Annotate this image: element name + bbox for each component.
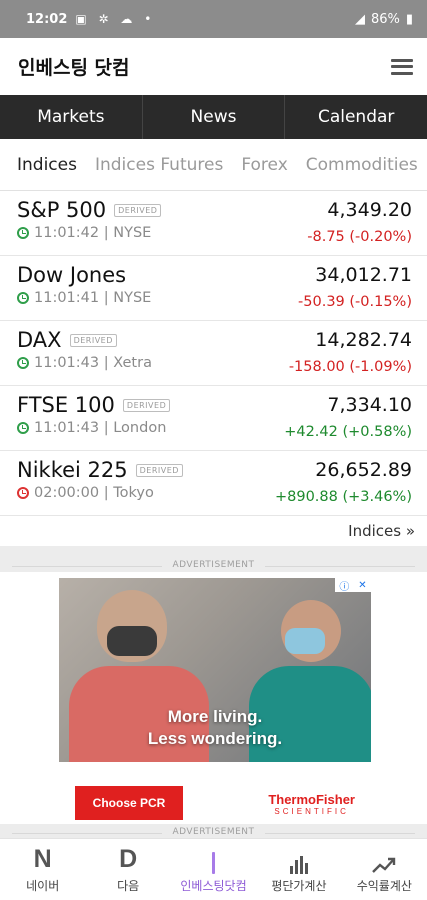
derived-badge: DERIVED: [122, 398, 171, 412]
index-time: 11:01:43: [34, 420, 100, 436]
index-exchange: Xetra: [113, 355, 152, 371]
index-exchange: Tokyo: [113, 485, 154, 501]
index-price: 7,334.10: [327, 394, 412, 416]
index-name: DAX: [17, 328, 62, 352]
battery-text: 86%: [370, 11, 400, 27]
ad-brand-logo: ThermoFisher SCIENTIFIC: [268, 792, 355, 816]
indices-list: S&P 500 DERIVED 11:01:42 | NYSE 4,349.20 …: [0, 191, 427, 546]
index-row-dow-jones[interactable]: Dow Jones 11:01:41 | NYSE 34,012.71 -50.…: [0, 256, 427, 321]
index-change: -50.39 (-0.15%): [298, 294, 412, 310]
index-row-dax[interactable]: DAX DERIVED 11:01:43 | Xetra 14,282.74 -1…: [0, 321, 427, 386]
index-time: 11:01:43: [34, 355, 100, 371]
index-name: Nikkei 225: [17, 458, 128, 482]
derived-badge: DERIVED: [135, 463, 183, 477]
tab-calendar[interactable]: Calendar: [285, 95, 427, 139]
ad-headline: More living. Less wondering.: [59, 706, 371, 750]
bottom-nav-label: 수익률계산: [356, 878, 412, 893]
index-change: -8.75 (-0.20%): [307, 229, 412, 245]
adchoices-icon[interactable]: ⓘ ✕: [335, 578, 371, 593]
clock-icon: [17, 292, 29, 304]
ad-cta-button[interactable]: Choose PCR: [75, 786, 183, 820]
index-exchange: London: [113, 420, 167, 436]
index-time: 02:00:00: [34, 485, 100, 501]
ad-headline-line-2: Less wondering.: [147, 729, 283, 748]
index-name: FTSE 100: [17, 393, 115, 417]
subtab-indices[interactable]: Indices: [17, 155, 77, 175]
more-indices-link[interactable]: Indices »: [0, 516, 427, 546]
bottom-nav-label: 네이버: [26, 878, 60, 893]
index-time: 11:01:41: [34, 290, 100, 306]
index-row-nikkei225[interactable]: Nikkei 225 DERIVED 02:00:00 | Tokyo 26,65…: [0, 451, 427, 516]
index-price: 34,012.71: [315, 264, 412, 286]
daum-icon: D: [119, 844, 138, 873]
bottom-nav-label: 다음: [117, 878, 140, 893]
signal-icon: ◢: [354, 11, 365, 27]
ad-label-top: ADVERTISEMENT: [0, 560, 427, 570]
bottom-nav-return-calc[interactable]: 수익률계산: [342, 839, 427, 900]
battery-icon: ▮: [405, 11, 413, 27]
index-price: 4,349.20: [327, 199, 412, 221]
hamburger-menu-icon[interactable]: [391, 58, 413, 75]
screen: 12:02 ▣ ✲ ☁ • ◢ 86% ▮ 인베스팅 닷컴 Markets Ne…: [0, 0, 427, 900]
index-price: 14,282.74: [315, 329, 412, 351]
tab-markets[interactable]: Markets: [0, 95, 143, 139]
status-time: 12:02: [26, 11, 68, 27]
market-subtabs: Indices Indices Futures Forex Commoditie…: [0, 139, 427, 191]
bottom-nav-label: 인베스팅닷컴: [180, 878, 247, 893]
index-change: +890.88 (+3.46%): [274, 489, 412, 505]
derived-badge: DERIVED: [69, 333, 117, 347]
ad-brand-name: ThermoFisher: [268, 792, 355, 807]
status-right: ◢ 86% ▮: [355, 12, 413, 27]
app-bar: 인베스팅 닷컴: [0, 38, 427, 95]
clock-icon: [17, 227, 29, 239]
subtab-commodities[interactable]: Commodities: [306, 155, 418, 175]
index-row-ftse100[interactable]: FTSE 100 DERIVED 11:01:43 | London 7,334.…: [0, 386, 427, 451]
index-change: +42.42 (+0.58%): [284, 424, 412, 440]
index-exchange: NYSE: [113, 225, 152, 241]
ad-brand-sub: SCIENTIFIC: [274, 807, 349, 816]
ad-label-bottom: ADVERTISEMENT: [0, 827, 427, 837]
app-title: 인베스팅 닷컴: [18, 57, 130, 79]
index-name: S&P 500: [17, 198, 107, 222]
bottom-nav-daum[interactable]: D 다음: [85, 839, 170, 900]
index-price: 26,652.89: [315, 459, 412, 481]
ad-photo: More living. Less wondering.: [59, 578, 371, 776]
clock-icon: [17, 357, 29, 369]
bar-chart-icon: [289, 846, 308, 874]
main-tabs: Markets News Calendar: [0, 95, 427, 139]
ad-headline-line-1: More living.: [167, 707, 263, 726]
index-time: 11:01:42: [34, 225, 100, 241]
ad-footer: Choose PCR ThermoFisher SCIENTIFIC: [59, 762, 371, 822]
trend-up-icon: [372, 846, 396, 874]
index-change: -158.00 (-1.09%): [288, 359, 412, 375]
bottom-nav-naver[interactable]: N 네이버: [0, 839, 85, 900]
index-row-sp500[interactable]: S&P 500 DERIVED 11:01:42 | NYSE 4,349.20 …: [0, 191, 427, 256]
index-exchange: NYSE: [113, 290, 152, 306]
status-bar: 12:02 ▣ ✲ ☁ • ◢ 86% ▮: [0, 0, 427, 38]
clock-icon: [17, 487, 29, 499]
clock-icon: [17, 422, 29, 434]
investing-icon: [212, 846, 216, 874]
tab-news[interactable]: News: [143, 95, 286, 139]
subtab-forex[interactable]: Forex: [241, 155, 287, 175]
bottom-nav-investing[interactable]: 인베스팅닷컴: [171, 839, 256, 900]
bottom-nav: N 네이버 D 다음 인베스팅닷컴 평단가계산 수익률계산: [0, 838, 427, 900]
bottom-nav-average-price[interactable]: 평단가계산: [256, 839, 341, 900]
ad-container: More living. Less wondering. ⓘ ✕ Choose P…: [0, 572, 427, 824]
naver-icon: N: [33, 844, 52, 873]
ad-banner[interactable]: More living. Less wondering. ⓘ ✕ Choose P…: [59, 578, 371, 822]
subtab-indices-futures[interactable]: Indices Futures: [95, 155, 223, 175]
index-name: Dow Jones: [17, 263, 127, 287]
derived-badge: DERIVED: [114, 203, 162, 217]
notification-icons: ▣ ✲ ☁ •: [75, 12, 156, 26]
bottom-nav-label: 평단가계산: [271, 878, 327, 893]
